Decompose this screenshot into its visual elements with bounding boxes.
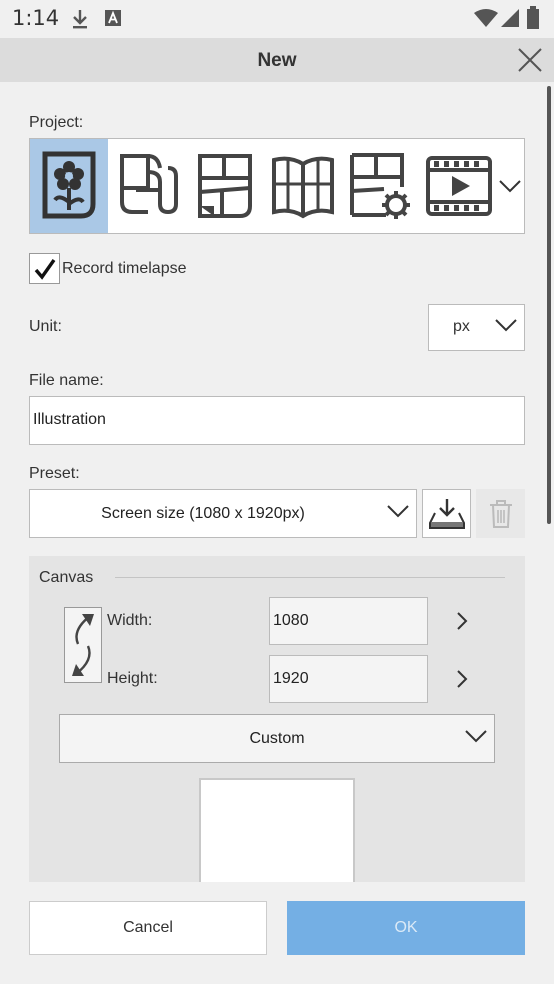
delete-preset-button[interactable] <box>476 489 525 538</box>
timelapse-label[interactable]: Record timelapse <box>62 260 187 278</box>
project-type-selector[interactable] <box>29 138 525 234</box>
width-input[interactable]: 1080 <box>269 597 428 645</box>
ok-button[interactable]: OK <box>287 901 525 955</box>
width-chevron-right-icon[interactable] <box>449 608 475 634</box>
download-icon <box>70 8 90 35</box>
project-item-comic-settings[interactable] <box>342 139 420 233</box>
save-preset-icon <box>428 498 465 529</box>
cancel-button[interactable]: Cancel <box>29 901 267 955</box>
divider <box>115 577 505 578</box>
chevron-down-icon <box>464 728 488 749</box>
text-a-icon <box>104 8 122 33</box>
swap-dimensions-button[interactable] <box>64 607 102 683</box>
canvas-size-select[interactable]: Custom <box>59 714 495 763</box>
checkmark-icon <box>34 258 55 280</box>
height-input[interactable]: 1920 <box>269 655 428 703</box>
file-name-value: Illustration <box>33 411 106 428</box>
project-item-comic[interactable] <box>186 139 264 233</box>
film-icon <box>426 156 492 216</box>
wifi-icon <box>474 8 498 33</box>
status-bar: 1:14 <box>0 0 554 38</box>
status-time: 1:14 <box>12 6 60 30</box>
chevron-down-icon[interactable] <box>496 139 524 233</box>
canvas-section: Canvas Width: 1080 Height: 1920 Custom <box>29 556 525 882</box>
scrollbar-thumb[interactable] <box>547 86 551 524</box>
flower-page-icon <box>42 151 96 219</box>
dialog-content[interactable]: Project: Record timelapse Unit: px File … <box>0 82 554 882</box>
project-label: Project: <box>29 114 84 131</box>
height-label: Height: <box>107 670 158 687</box>
width-value: 1080 <box>273 612 309 629</box>
width-label: Width: <box>107 612 153 629</box>
comic-panels-icon <box>198 154 252 218</box>
dialog-title-bar: New <box>0 38 554 82</box>
dialog-footer: Cancel OK <box>0 882 554 984</box>
chevron-down-icon <box>386 503 410 524</box>
timelapse-checkbox[interactable] <box>29 253 60 284</box>
scroll-page-icon <box>120 154 178 215</box>
project-item-illustration[interactable] <box>30 139 108 233</box>
unit-label: Unit: <box>29 318 62 335</box>
file-name-label: File name: <box>29 372 104 389</box>
save-preset-button[interactable] <box>422 489 471 538</box>
open-book-icon <box>272 156 334 219</box>
preset-label: Preset: <box>29 465 80 482</box>
file-name-input[interactable]: Illustration <box>29 396 525 445</box>
close-icon[interactable] <box>512 42 548 78</box>
project-item-webtoon[interactable] <box>108 139 186 233</box>
height-value: 1920 <box>273 670 309 687</box>
canvas-heading: Canvas <box>39 569 94 586</box>
project-item-animation[interactable] <box>420 139 498 233</box>
project-item-book[interactable] <box>264 139 342 233</box>
trash-icon <box>489 499 512 528</box>
height-chevron-right-icon[interactable] <box>449 666 475 692</box>
signal-icon <box>500 8 520 33</box>
unit-select[interactable]: px <box>428 304 525 351</box>
panels-gear-icon <box>350 153 410 219</box>
canvas-preview <box>199 778 355 882</box>
unit-value: px <box>453 318 470 335</box>
swap-arrows-icon <box>72 614 94 676</box>
preset-select[interactable]: Screen size (1080 x 1920px) <box>29 489 417 538</box>
preset-value: Screen size (1080 x 1920px) <box>101 505 305 522</box>
dialog-title: New <box>257 50 297 71</box>
battery-icon <box>526 6 540 35</box>
chevron-down-icon <box>494 317 518 338</box>
canvas-size-value: Custom <box>249 730 305 747</box>
